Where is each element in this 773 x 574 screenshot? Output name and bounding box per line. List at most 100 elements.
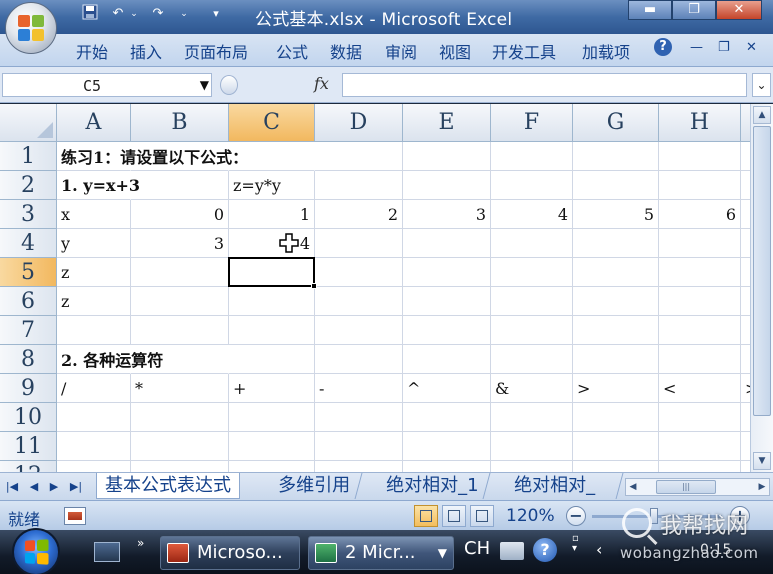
cell-d8[interactable] <box>315 345 403 374</box>
cell-i4[interactable] <box>741 229 750 258</box>
next-sheet-icon[interactable]: ▶ <box>46 479 62 495</box>
cell-c11[interactable] <box>229 432 315 461</box>
column-header-partial[interactable] <box>741 104 750 142</box>
cell-e6[interactable] <box>403 287 491 316</box>
ribbon-close-icon[interactable]: ✕ <box>746 40 757 55</box>
cell-c6[interactable] <box>229 287 315 316</box>
row-header-4[interactable]: 4 <box>0 229 57 258</box>
cell-a2[interactable]: 1. y=x+3 <box>57 171 140 200</box>
sheet-tab-abs-rel-2[interactable]: 绝对相对_ <box>502 473 624 499</box>
insert-function-icon[interactable]: fx <box>314 74 329 93</box>
cell-f11[interactable] <box>491 432 573 461</box>
zoom-in-button[interactable]: + <box>730 506 750 526</box>
cell-c9[interactable]: + <box>229 374 315 403</box>
first-sheet-icon[interactable]: |◀ <box>4 479 20 495</box>
row-header-9[interactable]: 9 <box>0 374 57 403</box>
cell-f5[interactable] <box>491 258 573 287</box>
taskbar-app-button[interactable]: Microso... <box>160 536 300 570</box>
cell-i11[interactable] <box>741 432 750 461</box>
tab-insert[interactable]: 插入 <box>130 39 162 63</box>
cell-i10[interactable] <box>741 403 750 432</box>
cell-i7[interactable] <box>741 316 750 345</box>
cell-b7[interactable] <box>131 316 229 345</box>
horizontal-scrollbar[interactable]: ◀ ||| ▶ <box>625 478 770 496</box>
cell-b11[interactable] <box>131 432 229 461</box>
cell-d7[interactable] <box>315 316 403 345</box>
cell-c1[interactable] <box>229 142 315 171</box>
cell-g5[interactable] <box>573 258 659 287</box>
keyboard-icon[interactable] <box>500 542 524 560</box>
cell-d12[interactable] <box>315 461 403 472</box>
cell-h3[interactable]: 6 <box>659 200 741 229</box>
cell-b12[interactable] <box>131 461 229 472</box>
cell-g1[interactable] <box>573 142 659 171</box>
cell-h9[interactable]: < <box>659 374 741 403</box>
cell-c7[interactable] <box>229 316 315 345</box>
cell-b3[interactable]: 0 <box>131 200 229 229</box>
name-box[interactable]: C5 ▼ <box>2 73 212 97</box>
cell-h6[interactable] <box>659 287 741 316</box>
column-header-g[interactable]: G <box>573 104 659 142</box>
scroll-up-icon[interactable]: ▲ <box>753 106 771 124</box>
row-header-2[interactable]: 2 <box>0 171 57 200</box>
last-sheet-icon[interactable]: ▶| <box>68 479 84 495</box>
column-header-d[interactable]: D <box>315 104 403 142</box>
cell-g12[interactable] <box>573 461 659 472</box>
cell-i5[interactable] <box>741 258 750 287</box>
zoom-slider-thumb[interactable] <box>650 508 658 524</box>
cell-c12[interactable] <box>229 461 315 472</box>
cell-b4[interactable]: 3 <box>131 229 229 258</box>
scroll-left-icon[interactable]: ◀ <box>626 479 640 495</box>
cell-f10[interactable] <box>491 403 573 432</box>
cell-i1[interactable] <box>741 142 750 171</box>
tab-view[interactable]: 视图 <box>439 39 471 63</box>
cell-d10[interactable] <box>315 403 403 432</box>
column-header-a[interactable]: A <box>57 104 131 142</box>
cell-b1[interactable] <box>131 142 229 171</box>
language-indicator[interactable]: CH <box>464 538 490 559</box>
expand-formula-bar-icon[interactable]: ⌄ <box>752 73 771 97</box>
cell-a4[interactable]: y <box>57 229 131 258</box>
cell-g10[interactable] <box>573 403 659 432</box>
zoom-out-button[interactable]: − <box>566 506 586 526</box>
cell-c4[interactable]: 4 <box>229 229 315 258</box>
cell-d4[interactable] <box>315 229 403 258</box>
cell-d6[interactable] <box>315 287 403 316</box>
cell-h5[interactable] <box>659 258 741 287</box>
taskbar-excel-button[interactable]: 2 Micr... ▼ <box>308 536 454 570</box>
cell-b8[interactable] <box>131 345 229 374</box>
cell-g11[interactable] <box>573 432 659 461</box>
cell-a9[interactable]: / <box>57 374 131 403</box>
cell-a6[interactable]: z <box>57 287 131 316</box>
cell-e8[interactable] <box>403 345 491 374</box>
show-desktop-icon[interactable] <box>94 542 120 562</box>
ribbon-minimize-icon[interactable]: — <box>690 40 703 55</box>
tab-formulas[interactable]: 公式 <box>276 39 308 63</box>
cell-f1[interactable] <box>491 142 573 171</box>
cell-c8[interactable] <box>229 345 315 374</box>
fill-handle[interactable] <box>311 283 317 289</box>
cell-e9[interactable]: ^ <box>403 374 491 403</box>
cell-c3[interactable]: 1 <box>229 200 315 229</box>
start-button[interactable] <box>12 528 60 574</box>
cell-e4[interactable] <box>403 229 491 258</box>
cell-a7[interactable] <box>57 316 131 345</box>
scroll-down-icon[interactable]: ▼ <box>753 452 771 470</box>
cell-a10[interactable] <box>57 403 131 432</box>
cell-e5[interactable] <box>403 258 491 287</box>
cell-g7[interactable] <box>573 316 659 345</box>
cell-h7[interactable] <box>659 316 741 345</box>
column-header-c[interactable]: C <box>229 104 315 142</box>
scroll-right-icon[interactable]: ▶ <box>755 479 769 495</box>
formula-input[interactable] <box>342 73 747 97</box>
cell-a11[interactable] <box>57 432 131 461</box>
cell-g8[interactable] <box>573 345 659 374</box>
options-icon[interactable]: ▫ ▾ <box>572 534 579 554</box>
minimize-button[interactable]: ▬ <box>628 0 672 20</box>
close-button[interactable]: ✕ <box>716 0 762 20</box>
cell-e7[interactable] <box>403 316 491 345</box>
cell-g2[interactable] <box>573 171 659 200</box>
cell-d9[interactable]: - <box>315 374 403 403</box>
show-hidden-icons[interactable]: ‹ <box>596 540 602 559</box>
cell-a12[interactable] <box>57 461 131 472</box>
